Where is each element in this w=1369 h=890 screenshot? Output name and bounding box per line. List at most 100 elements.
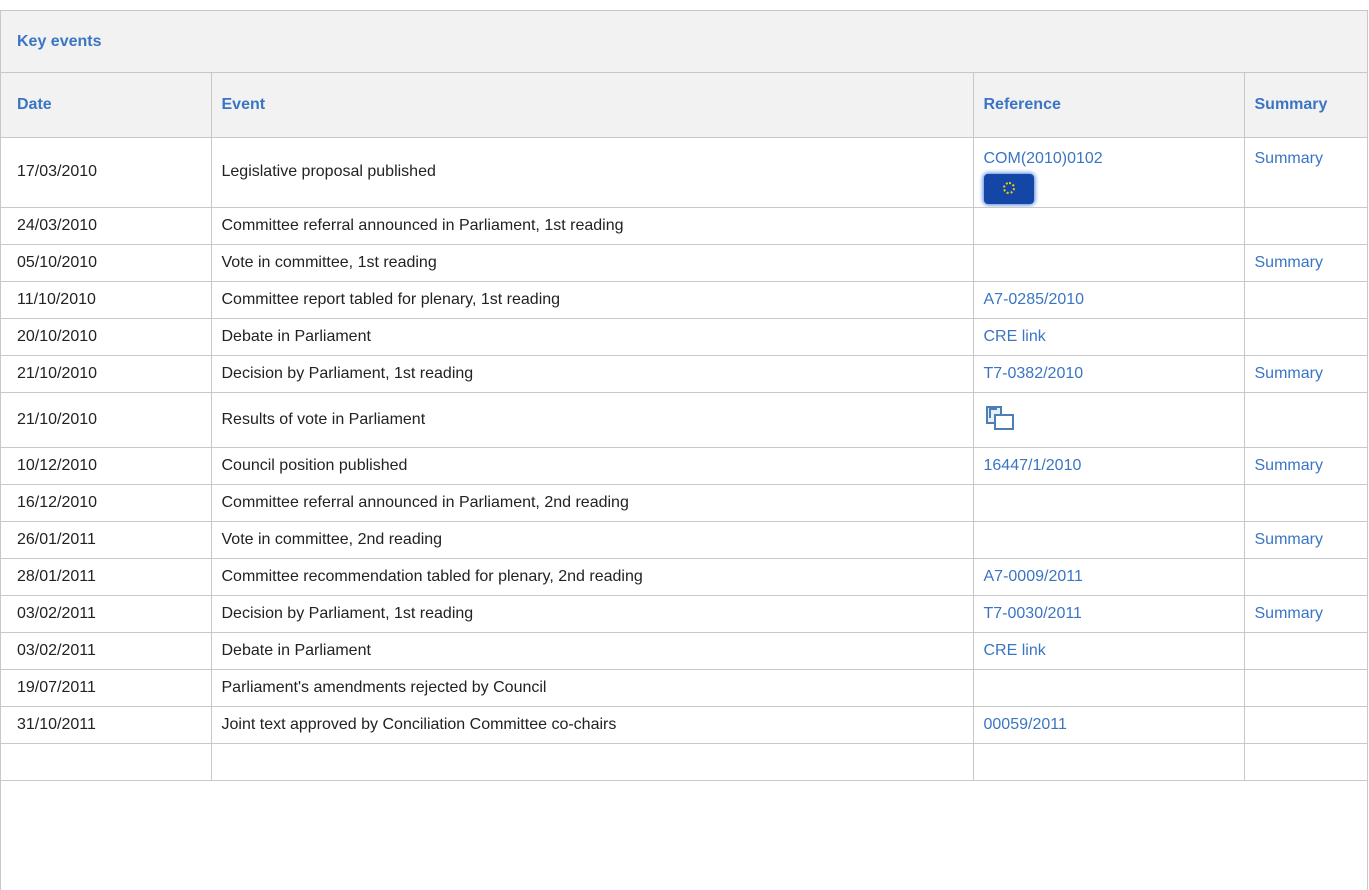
summary-cell: Summary [1244,447,1367,485]
summary-link[interactable]: Summary [1255,531,1323,548]
event-cell: Joint text approved by Conciliation Comm… [211,706,974,744]
event-cell: Vote in committee, 1st reading [211,244,974,282]
date-cell: 28/01/2011 [1,558,212,596]
event-cell: Legislative proposal published [211,137,974,208]
date-cell: 16/12/2010 [1,484,212,522]
reference-cell [973,207,1245,245]
summary-link[interactable]: Summary [1255,605,1323,622]
date-cell: 03/02/2011 [1,595,212,633]
summary-link[interactable]: Summary [1255,365,1323,382]
reference-cell [973,244,1245,282]
event-cell: Vote in committee, 2nd reading [211,521,974,559]
reference-cell: CRE link [973,318,1245,356]
summary-cell [1244,743,1367,781]
event-cell: Decision by Parliament, 1st reading [211,355,974,393]
reference-cell [973,669,1245,707]
table-row: 20/10/2010 Debate in Parliament CRE link [1,318,1367,356]
reference-link[interactable]: T7-0382/2010 [984,365,1084,382]
vote-results-icon[interactable] [984,404,1014,430]
date-cell: 21/10/2010 [1,355,212,393]
column-header-reference[interactable]: Reference [973,73,1245,138]
table-row: 26/01/2011 Vote in committee, 2nd readin… [1,521,1367,559]
summary-cell: Summary [1244,137,1367,208]
summary-cell [1244,669,1367,707]
table-row: 24/03/2010 Committee referral announced … [1,207,1367,245]
table-row: 28/01/2011 Committee recommendation tabl… [1,558,1367,596]
summary-link[interactable]: Summary [1255,150,1323,167]
summary-cell [1244,207,1367,245]
event-cell: Debate in Parliament [211,318,974,356]
table-row: 10/12/2010 Council position published 16… [1,447,1367,485]
column-header-date[interactable]: Date [1,73,212,138]
reference-link[interactable]: A7-0009/2011 [984,568,1083,585]
reference-link[interactable]: CRE link [984,642,1046,659]
reference-cell [973,484,1245,522]
table-row: 05/10/2010 Vote in committee, 1st readin… [1,244,1367,282]
european-commission-flag-icon[interactable] [983,173,1034,204]
table-row: 11/10/2010 Committee report tabled for p… [1,281,1367,319]
event-cell: Results of vote in Parliament [211,392,974,448]
event-cell: Committee report tabled for plenary, 1st… [211,281,974,319]
reference-link[interactable]: CRE link [984,328,1046,345]
summary-cell: Summary [1244,521,1367,559]
reference-cell: A7-0285/2010 [973,281,1245,319]
date-cell: 21/10/2010 [1,392,212,448]
summary-cell [1244,558,1367,596]
date-cell: 10/12/2010 [1,447,212,485]
date-cell: 05/10/2010 [1,244,212,282]
event-cell: Council position published [211,447,974,485]
date-cell: 19/07/2011 [1,669,212,707]
date-cell [1,743,212,781]
reference-link[interactable]: 16447/1/2010 [984,457,1082,474]
table-header-row: Date Event Reference Summary [1,73,1367,138]
table-row: 19/07/2011 Parliament's amendments rejec… [1,669,1367,707]
table-row: 16/12/2010 Committee referral announced … [1,484,1367,522]
reference-link[interactable]: COM(2010)0102 [984,150,1103,167]
date-cell: 20/10/2010 [1,318,212,356]
reference-link[interactable]: T7-0030/2011 [984,605,1082,622]
reference-link[interactable]: 00059/2011 [984,716,1067,733]
reference-cell [973,392,1245,448]
summary-cell: Summary [1244,355,1367,393]
date-cell: 11/10/2010 [1,281,212,319]
table-row: 17/03/2010 Legislative proposal publishe… [1,137,1367,208]
column-header-summary[interactable]: Summary [1244,73,1367,138]
reference-cell: T7-0382/2010 [973,355,1245,393]
event-cell: Committee referral announced in Parliame… [211,484,974,522]
summary-cell [1244,484,1367,522]
reference-cell: A7-0009/2011 [973,558,1245,596]
reference-cell: 00059/2011 [973,706,1245,744]
summary-cell: Summary [1244,595,1367,633]
reference-cell: COM(2010)0102 [973,137,1245,208]
reference-cell [973,743,1245,781]
table-row [1,743,1367,781]
summary-link[interactable]: Summary [1255,457,1323,474]
reference-cell: CRE link [973,632,1245,670]
event-cell: Committee referral announced in Parliame… [211,207,974,245]
reference-cell: T7-0030/2011 [973,595,1245,633]
event-cell: Decision by Parliament, 1st reading [211,595,974,633]
date-cell: 26/01/2011 [1,521,212,559]
summary-link[interactable]: Summary [1255,254,1323,271]
reference-cell: 16447/1/2010 [973,447,1245,485]
table-row: 03/02/2011 Decision by Parliament, 1st r… [1,595,1367,633]
event-cell [211,743,974,781]
table-row: 31/10/2011 Joint text approved by Concil… [1,706,1367,744]
summary-cell [1244,281,1367,319]
event-cell: Debate in Parliament [211,632,974,670]
event-cell: Parliament's amendments rejected by Coun… [211,669,974,707]
reference-cell [973,521,1245,559]
key-events-table: Date Event Reference Summary 17/03/2010 … [1,73,1367,781]
column-header-event[interactable]: Event [211,73,974,138]
reference-link[interactable]: A7-0285/2010 [984,291,1085,308]
event-cell: Committee recommendation tabled for plen… [211,558,974,596]
summary-cell [1244,706,1367,744]
panel-title: Key events [1,11,1367,73]
date-cell: 03/02/2011 [1,632,212,670]
table-row: 21/10/2010 Decision by Parliament, 1st r… [1,355,1367,393]
summary-cell [1244,632,1367,670]
table-row: 03/02/2011 Debate in Parliament CRE link [1,632,1367,670]
key-events-panel: Key events Date Event Reference Summary … [0,10,1368,890]
date-cell: 24/03/2010 [1,207,212,245]
summary-cell [1244,318,1367,356]
